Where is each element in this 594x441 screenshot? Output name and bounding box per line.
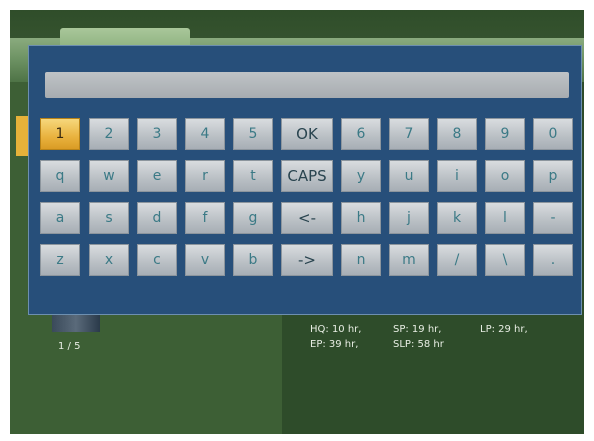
key-7[interactable]: 7 <box>389 118 429 150</box>
key-4[interactable]: 4 <box>185 118 225 150</box>
key-k[interactable]: k <box>437 202 477 234</box>
key-forward[interactable]: -> <box>281 244 333 276</box>
key-g[interactable]: g <box>233 202 273 234</box>
key-dash[interactable]: - <box>533 202 573 234</box>
hq-time: HQ: 10 hr, <box>310 324 362 335</box>
key-f[interactable]: f <box>185 202 225 234</box>
key-z[interactable]: z <box>40 244 80 276</box>
key-9[interactable]: 9 <box>485 118 525 150</box>
key-backspace[interactable]: <- <box>281 202 333 234</box>
key-d[interactable]: d <box>137 202 177 234</box>
key-1[interactable]: 1 <box>40 118 80 150</box>
key-caps[interactable]: CAPS <box>281 160 333 192</box>
key-i[interactable]: i <box>437 160 477 192</box>
key-p[interactable]: p <box>533 160 573 192</box>
key-s[interactable]: s <box>89 202 129 234</box>
lp-time: LP: 29 hr, <box>480 324 528 335</box>
key-0[interactable]: 0 <box>533 118 573 150</box>
key-m[interactable]: m <box>389 244 429 276</box>
onscreen-keyboard: 1 2 3 4 5 OK 6 7 8 9 0 q w e r t CAPS y u i o p a s d f g <- h j k l - z x… <box>28 45 582 315</box>
key-l[interactable]: l <box>485 202 525 234</box>
key-3[interactable]: 3 <box>137 118 177 150</box>
key-w[interactable]: w <box>89 160 129 192</box>
keyboard-keys: 1 2 3 4 5 OK 6 7 8 9 0 q w e r t CAPS y u i o p a s d f g <- h j k l - z x… <box>29 46 581 314</box>
slp-time: SLP: 58 hr <box>393 339 444 350</box>
key-v[interactable]: v <box>185 244 225 276</box>
sp-time: SP: 19 hr, <box>393 324 442 335</box>
key-backslash[interactable]: \ <box>485 244 525 276</box>
key-x[interactable]: x <box>89 244 129 276</box>
key-5[interactable]: 5 <box>233 118 273 150</box>
key-j[interactable]: j <box>389 202 429 234</box>
key-h[interactable]: h <box>341 202 381 234</box>
key-r[interactable]: r <box>185 160 225 192</box>
key-2[interactable]: 2 <box>89 118 129 150</box>
key-q[interactable]: q <box>40 160 80 192</box>
key-ok[interactable]: OK <box>281 118 333 150</box>
key-o[interactable]: o <box>485 160 525 192</box>
key-y[interactable]: y <box>341 160 381 192</box>
page-indicator: 1 / 5 <box>58 341 81 352</box>
key-u[interactable]: u <box>389 160 429 192</box>
key-e[interactable]: e <box>137 160 177 192</box>
key-t[interactable]: t <box>233 160 273 192</box>
key-slash[interactable]: / <box>437 244 477 276</box>
key-n[interactable]: n <box>341 244 381 276</box>
key-8[interactable]: 8 <box>437 118 477 150</box>
key-c[interactable]: c <box>137 244 177 276</box>
key-b[interactable]: b <box>233 244 273 276</box>
key-a[interactable]: a <box>40 202 80 234</box>
key-period[interactable]: . <box>533 244 573 276</box>
key-6[interactable]: 6 <box>341 118 381 150</box>
ep-time: EP: 39 hr, <box>310 339 359 350</box>
